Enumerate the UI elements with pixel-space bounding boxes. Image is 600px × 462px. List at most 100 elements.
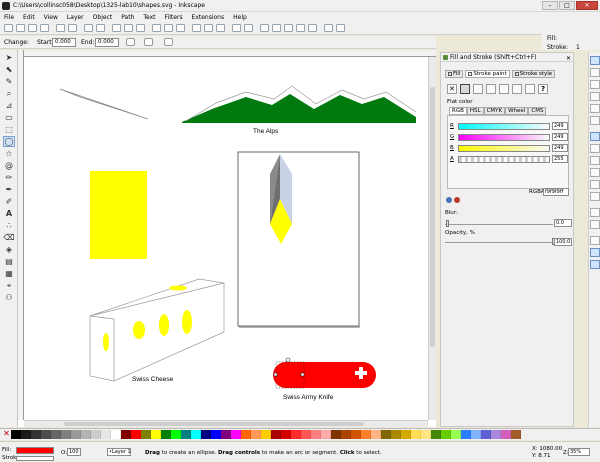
palette-swatch[interactable] bbox=[81, 430, 91, 439]
palette-swatch[interactable] bbox=[171, 430, 181, 439]
palette-swatch[interactable] bbox=[281, 430, 291, 439]
palette-swatch[interactable] bbox=[201, 430, 211, 439]
zoom-drawing-icon[interactable] bbox=[164, 24, 173, 32]
3d-box-tool-icon[interactable]: ⬚ bbox=[3, 124, 15, 135]
measure-tool-icon[interactable]: ⊿ bbox=[3, 100, 15, 111]
tab-stroke-paint[interactable]: Stroke paint bbox=[465, 70, 510, 78]
paste-icon[interactable] bbox=[136, 24, 145, 32]
menu-object[interactable]: Object bbox=[93, 14, 113, 21]
snap-midpoints-icon[interactable] bbox=[590, 192, 600, 201]
palette-swatch[interactable] bbox=[451, 430, 461, 439]
calligraphy-tool-icon[interactable]: ✐ bbox=[3, 196, 15, 207]
snap-enable-icon[interactable] bbox=[590, 56, 600, 65]
rgba-input[interactable]: f9f9f9ff bbox=[543, 188, 569, 196]
zoom-page-icon[interactable] bbox=[176, 24, 185, 32]
snap-centers-icon[interactable] bbox=[590, 208, 600, 217]
clone-icon[interactable] bbox=[204, 24, 213, 32]
palette-swatch[interactable] bbox=[51, 430, 61, 439]
layer-selector[interactable]: •Layer 1 bbox=[107, 448, 131, 456]
palette-swatch[interactable] bbox=[341, 430, 351, 439]
palette-swatch[interactable] bbox=[191, 430, 201, 439]
end-input[interactable]: 0.000 bbox=[95, 38, 119, 47]
swatch-icon[interactable] bbox=[525, 84, 535, 94]
vertical-scroll-thumb[interactable] bbox=[430, 87, 435, 347]
xml-editor-icon[interactable] bbox=[296, 24, 305, 32]
snap-intersections-icon[interactable] bbox=[590, 156, 600, 165]
dialog-close-icon[interactable]: ✕ bbox=[566, 54, 571, 63]
red-slider[interactable] bbox=[458, 123, 550, 130]
color-managed-icon[interactable] bbox=[446, 197, 452, 203]
preferences-icon[interactable] bbox=[324, 24, 333, 32]
save-icon[interactable] bbox=[28, 24, 37, 32]
zoom-tool-icon[interactable]: ⌕ bbox=[3, 88, 15, 99]
blue-slider[interactable] bbox=[458, 145, 550, 152]
layers-icon[interactable] bbox=[284, 24, 293, 32]
spiral-tool-icon[interactable]: @ bbox=[3, 160, 15, 171]
opacity-input[interactable]: 100 bbox=[67, 448, 81, 456]
flat-color-icon[interactable] bbox=[460, 84, 470, 94]
snap-guide-icon[interactable] bbox=[590, 260, 600, 269]
tab-stroke-style[interactable]: Stroke style bbox=[511, 70, 556, 78]
document-properties-icon[interactable] bbox=[336, 24, 345, 32]
palette-swatch[interactable] bbox=[371, 430, 381, 439]
fill-swatch[interactable] bbox=[16, 447, 54, 454]
ungroup-icon[interactable] bbox=[244, 24, 253, 32]
palette-swatch[interactable] bbox=[11, 430, 21, 439]
palette-swatch[interactable] bbox=[221, 430, 231, 439]
blur-slider[interactable] bbox=[445, 224, 553, 225]
palette-swatch[interactable] bbox=[241, 430, 251, 439]
pencil-tool-icon[interactable]: ✏ bbox=[3, 172, 15, 183]
linear-gradient-icon[interactable] bbox=[473, 84, 483, 94]
horizontal-scrollbar[interactable] bbox=[24, 420, 428, 427]
open-icon[interactable] bbox=[16, 24, 25, 32]
palette-swatch[interactable] bbox=[231, 430, 241, 439]
no-color-icon[interactable]: ✕ bbox=[2, 430, 11, 439]
import-icon[interactable] bbox=[56, 24, 65, 32]
palette-swatch[interactable] bbox=[21, 430, 31, 439]
open-arc-icon[interactable] bbox=[144, 38, 153, 46]
palette-swatch[interactable] bbox=[41, 430, 51, 439]
cheese-hole-top[interactable] bbox=[169, 285, 187, 291]
make-whole-icon[interactable] bbox=[164, 38, 173, 46]
drawing-area[interactable] bbox=[24, 57, 428, 420]
zoom-selection-icon[interactable] bbox=[152, 24, 161, 32]
menu-help[interactable]: Help bbox=[233, 14, 247, 21]
tab-fill[interactable]: Fill bbox=[445, 70, 464, 78]
palette-swatch[interactable] bbox=[411, 430, 421, 439]
palette-swatch[interactable] bbox=[71, 430, 81, 439]
palette-swatch[interactable] bbox=[251, 430, 261, 439]
palette-swatch[interactable] bbox=[431, 430, 441, 439]
menu-extensions[interactable]: Extensions bbox=[192, 14, 225, 21]
tab-cmyk[interactable]: CMYK bbox=[483, 107, 506, 115]
tab-rgb[interactable]: RGB bbox=[449, 107, 467, 115]
radial-gradient-icon[interactable] bbox=[486, 84, 496, 94]
redo-icon[interactable] bbox=[96, 24, 105, 32]
spray-tool-icon[interactable]: ∴ bbox=[3, 220, 15, 231]
palette-swatch[interactable] bbox=[401, 430, 411, 439]
align-icon[interactable] bbox=[308, 24, 317, 32]
ellipse-handle-right[interactable] bbox=[300, 372, 305, 377]
unset-paint-icon[interactable]: ? bbox=[538, 84, 548, 94]
snap-bbox-center-icon[interactable] bbox=[590, 116, 600, 125]
palette-swatch[interactable] bbox=[351, 430, 361, 439]
pattern-icon[interactable] bbox=[512, 84, 522, 94]
start-input[interactable]: 0.000 bbox=[52, 38, 76, 47]
copy-icon[interactable] bbox=[112, 24, 121, 32]
palette-swatch[interactable] bbox=[261, 430, 271, 439]
cheese-wedge[interactable] bbox=[89, 278, 225, 382]
green-value-input[interactable]: 249 bbox=[552, 133, 568, 141]
minimize-button[interactable]: – bbox=[542, 1, 558, 10]
snap-bbox-icon[interactable] bbox=[590, 68, 600, 77]
alpha-slider[interactable] bbox=[458, 156, 550, 163]
red-value-input[interactable]: 249 bbox=[552, 122, 568, 130]
gradient-tool-icon[interactable]: ▤ bbox=[3, 256, 15, 267]
tab-wheel[interactable]: Wheel bbox=[505, 107, 529, 115]
ellipse-handle-left[interactable] bbox=[273, 372, 278, 377]
label-swiss-cheese[interactable]: Swiss Cheese bbox=[132, 376, 173, 383]
snap-cusp-nodes-icon[interactable] bbox=[590, 168, 600, 177]
cut-icon[interactable] bbox=[124, 24, 133, 32]
green-slider[interactable] bbox=[458, 134, 550, 141]
palette-swatch[interactable] bbox=[131, 430, 141, 439]
palette-swatch[interactable] bbox=[101, 430, 111, 439]
blue-value-input[interactable]: 249 bbox=[552, 144, 568, 152]
